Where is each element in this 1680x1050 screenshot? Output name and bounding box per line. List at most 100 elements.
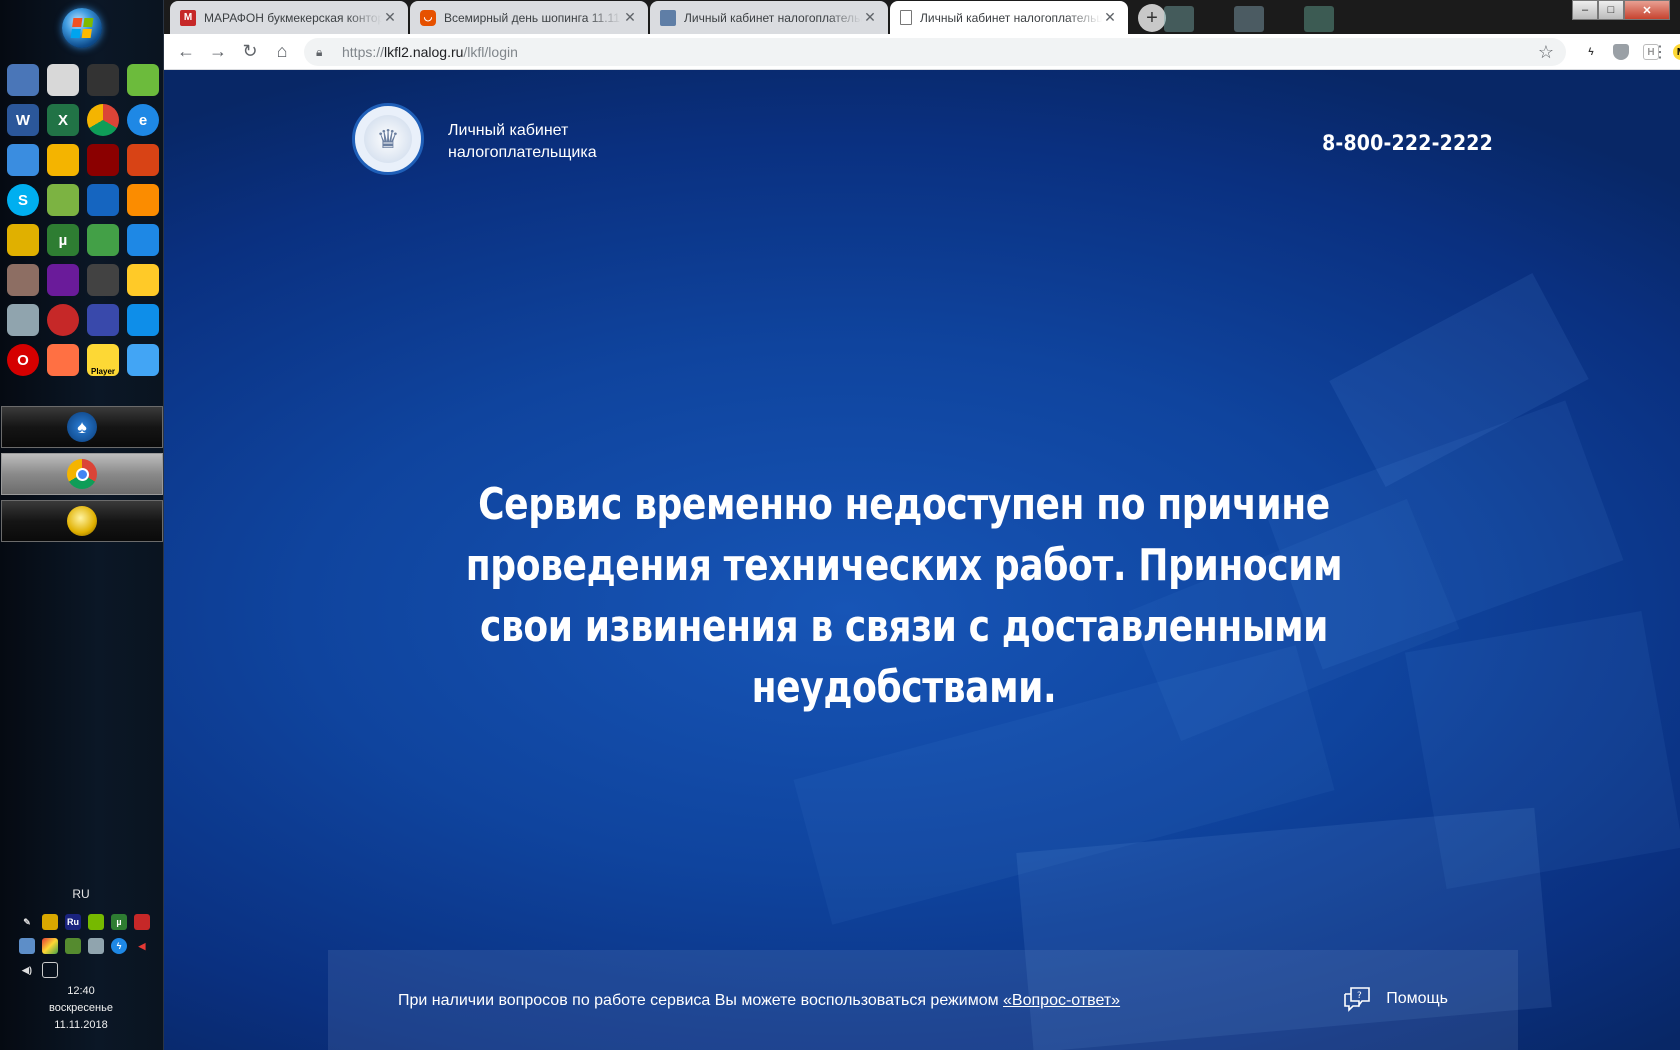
maximize-button[interactable]: □	[1598, 0, 1624, 20]
tray-chart-icon[interactable]	[134, 914, 150, 930]
save-icon[interactable]	[87, 304, 119, 336]
forward-button[interactable]: →	[202, 38, 234, 66]
tray-security-icon[interactable]	[65, 938, 81, 954]
utorrent-icon[interactable]: µ	[47, 224, 79, 256]
tray-ru-icon[interactable]: Ru	[65, 914, 81, 930]
extension-shield-icon[interactable]	[1613, 44, 1629, 60]
home-button[interactable]: ⌂	[266, 38, 298, 66]
skype-icon[interactable]: S	[7, 184, 39, 216]
chrome-window: M МАРАФОН букмекерская контора ✕ ◡ Всеми…	[164, 0, 1680, 1050]
film-icon[interactable]	[127, 264, 159, 296]
new-tab-button[interactable]: +	[1138, 4, 1166, 32]
address-bar[interactable]: 🔒︎ https://lkfl2.nalog.ru/lkfl/login ☆	[304, 38, 1566, 66]
media-icon[interactable]	[47, 264, 79, 296]
arrow-right-icon: →	[209, 41, 227, 61]
teamviewer-icon[interactable]	[127, 304, 159, 336]
url-path: /lkfl/login	[463, 44, 518, 60]
chrome-icon[interactable]	[87, 104, 119, 136]
url-scheme: https://	[342, 44, 385, 60]
close-window-button[interactable]: ✕	[1624, 0, 1670, 20]
tab-marathon[interactable]: M МАРАФОН букмекерская контора ✕	[170, 1, 408, 34]
site-brand[interactable]: Личный кабинет налогоплательщика	[448, 120, 597, 164]
tab-close-icon[interactable]: ✕	[1102, 9, 1118, 26]
arrow-left-icon: ←	[177, 41, 195, 61]
tab-nalog-cabinet[interactable]: Личный кабинет налогоплательщика ✕	[650, 1, 888, 34]
tab-shopping-day[interactable]: ◡ Всемирный день шопинга 11.11 ✕	[410, 1, 648, 34]
game64-icon[interactable]	[87, 144, 119, 176]
tab-strip: M МАРАФОН букмекерская контора ✕ ◡ Всеми…	[164, 0, 1680, 34]
help-label: Помощь	[1386, 990, 1448, 1007]
aliexpress-favicon-icon: ◡	[420, 9, 436, 26]
taskbar-button-webcam[interactable]	[1, 500, 163, 542]
extension-bolt-icon[interactable]: ϟ	[1583, 44, 1599, 60]
excel-icon[interactable]: X	[47, 104, 79, 136]
tab-close-icon[interactable]: ✕	[862, 9, 878, 26]
marathon-favicon-icon: M	[180, 9, 196, 26]
aimp-icon[interactable]	[47, 144, 79, 176]
poker-spade-icon: ♠	[67, 412, 97, 442]
reload-button[interactable]: ↻	[234, 38, 266, 66]
tray-volume-icon[interactable]: ◀)	[19, 962, 35, 978]
tray-display-icon[interactable]	[42, 962, 58, 978]
word-icon[interactable]: W	[7, 104, 39, 136]
tray-bolt-icon[interactable]: ϟ	[111, 938, 127, 954]
tray-webcam-icon[interactable]	[42, 914, 58, 930]
brand-line-1: Личный кабинет	[448, 122, 569, 139]
browser-menu-icon[interactable]: ⋮	[1652, 42, 1668, 62]
tray-speaker-muted-icon[interactable]: ◀	[134, 938, 150, 954]
paint-icon[interactable]	[47, 344, 79, 376]
computer-icon[interactable]	[7, 64, 39, 96]
hotline-phone[interactable]: 8-800-222-2222	[1322, 131, 1493, 155]
photo-icon[interactable]	[7, 264, 39, 296]
webcam-icon[interactable]	[7, 224, 39, 256]
double-eagle-emblem-icon: ♛	[364, 115, 412, 163]
url-text[interactable]: https://lkfl2.nalog.ru/lkfl/login	[342, 44, 1538, 60]
tab-close-icon[interactable]: ✕	[382, 9, 398, 26]
internet-explorer-icon[interactable]: e	[127, 104, 159, 136]
record-icon[interactable]	[47, 304, 79, 336]
minimize-button[interactable]: –	[1572, 0, 1598, 20]
quick-launch-bar: W Xe Sµ O Player	[3, 60, 163, 380]
back-button[interactable]: ←	[170, 38, 202, 66]
spider-icon[interactable]	[87, 64, 119, 96]
fns-logo[interactable]: ♛	[352, 103, 424, 175]
system-clock[interactable]: 12:40 воскресенье 11.11.2018	[0, 983, 162, 1034]
site-header: ♛ Личный кабинет налогоплательщика 8-800…	[164, 70, 1680, 200]
video-icon[interactable]	[87, 264, 119, 296]
tray-monitor-icon[interactable]	[88, 938, 104, 954]
home-icon: ⌂	[276, 41, 288, 61]
tab-title: Всемирный день шопинга 11.11	[444, 10, 620, 25]
folders-icon[interactable]	[127, 344, 159, 376]
opera-icon[interactable]: O	[7, 344, 39, 376]
network-icon[interactable]	[7, 144, 39, 176]
steam-icon[interactable]	[7, 304, 39, 336]
update-icon[interactable]	[127, 224, 159, 256]
download-icon[interactable]	[127, 64, 159, 96]
start-button[interactable]	[62, 8, 102, 48]
tray-colors-icon[interactable]	[42, 938, 58, 954]
extension-m-icon[interactable]: M	[1673, 44, 1680, 60]
torrent-icon[interactable]	[47, 184, 79, 216]
player-icon[interactable]: Player	[87, 344, 119, 376]
tab-nalog-cabinet-active[interactable]: Личный кабинет налогоплательщика ✕	[890, 1, 1128, 34]
help-button[interactable]: ? Помощь	[1342, 986, 1448, 1012]
maps-icon[interactable]	[127, 184, 159, 216]
clock-day: воскресенье	[49, 1002, 113, 1014]
taskbar-button-poker[interactable]: ♠	[1, 406, 163, 448]
tab-close-icon[interactable]: ✕	[622, 9, 638, 26]
page-footer: При наличии вопросов по работе сервиса В…	[328, 950, 1518, 1050]
tray-network-icon[interactable]	[19, 938, 35, 954]
mail-icon[interactable]	[47, 64, 79, 96]
taskbar-button-chrome[interactable]	[1, 453, 163, 495]
tray-utorrent-icon[interactable]: µ	[111, 914, 127, 930]
language-indicator[interactable]: RU	[0, 887, 162, 901]
fire-icon[interactable]	[127, 144, 159, 176]
faq-link[interactable]: «Вопрос-ответ»	[1003, 992, 1120, 1009]
tray-nvidia-icon[interactable]	[88, 914, 104, 930]
tab-title: Личный кабинет налогоплательщика	[684, 10, 862, 25]
tray-feather-icon[interactable]: ✎	[19, 914, 35, 930]
windows-logo-icon	[70, 18, 94, 38]
defender-icon[interactable]	[87, 224, 119, 256]
bookmark-star-icon[interactable]: ☆	[1538, 42, 1554, 63]
poker-icon[interactable]	[87, 184, 119, 216]
